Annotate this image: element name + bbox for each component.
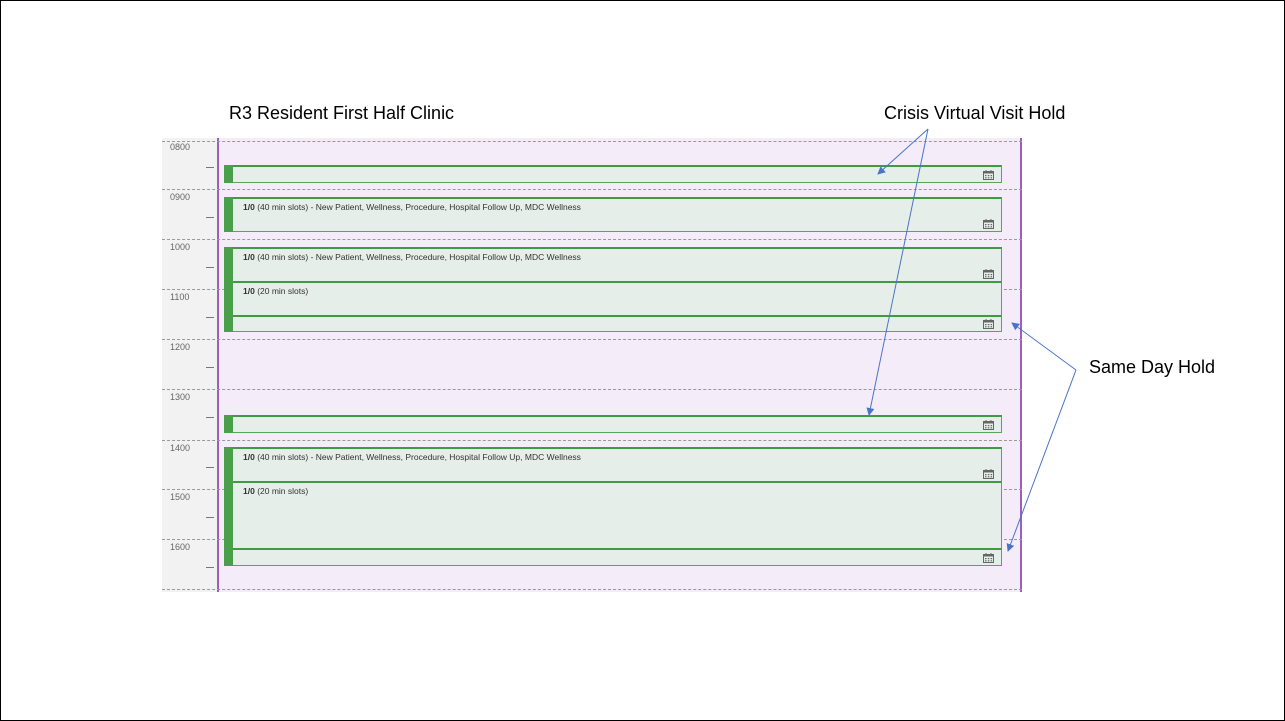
same-day-arrow-bottom [1006, 369, 1077, 552]
annotation-arrows [866, 128, 1077, 552]
crisis-arrow-bottom [866, 128, 929, 416]
same-day-arrow-top [1011, 322, 1077, 371]
